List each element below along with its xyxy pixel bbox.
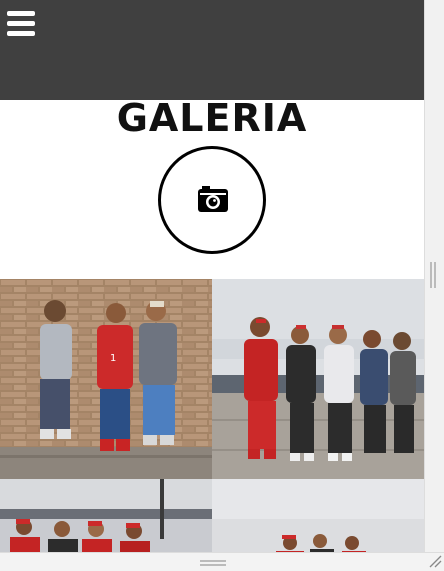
page-title: GALERIA [116, 96, 308, 140]
page-frame: GALERIA 1 [0, 0, 424, 552]
horizontal-resize-handle[interactable] [200, 560, 226, 566]
gallery-photo-2[interactable] [212, 279, 424, 479]
photo-gallery: 1 [0, 279, 424, 552]
gallery-photo-1[interactable]: 1 [0, 279, 212, 479]
corner-resize-grip[interactable] [428, 554, 442, 568]
hamburger-menu-icon[interactable] [7, 11, 36, 37]
svg-text:1: 1 [110, 353, 116, 364]
gallery-photo-4[interactable] [212, 479, 424, 552]
gallery-photo-3[interactable] [0, 479, 212, 552]
camera-badge [158, 146, 266, 254]
vertical-resize-handle[interactable] [430, 262, 436, 288]
camera-icon [198, 186, 228, 212]
top-navigation-bar [0, 0, 424, 100]
